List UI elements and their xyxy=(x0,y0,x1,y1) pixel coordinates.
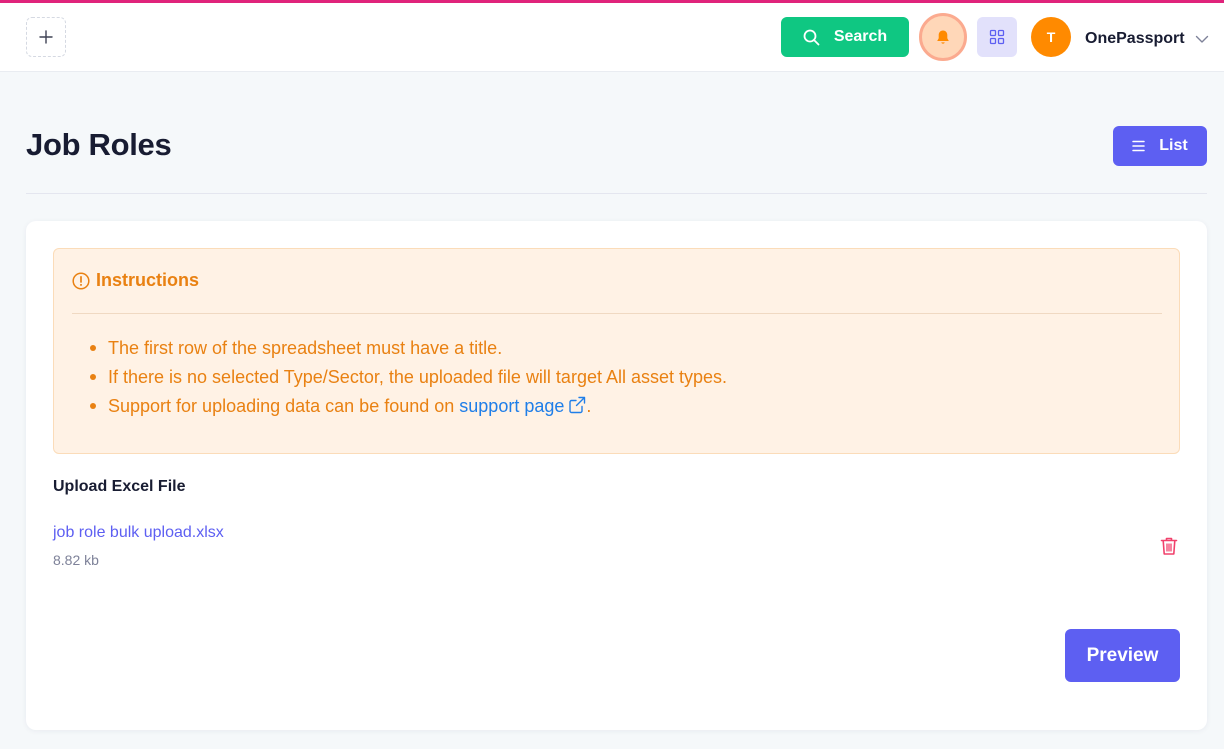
upload-excel-label: Upload Excel File xyxy=(53,478,186,495)
support-page-link-label: support page xyxy=(459,396,565,416)
plus-icon xyxy=(39,30,53,44)
instruction-item: Support for uploading data can be found … xyxy=(90,395,727,424)
apps-button[interactable] xyxy=(977,17,1017,57)
external-link-icon xyxy=(569,396,586,414)
search-button[interactable]: Search xyxy=(781,17,909,57)
instructions-header: Instructions xyxy=(72,270,199,291)
instructions-list: The first row of the spreadsheet must ha… xyxy=(90,337,727,424)
instruction-suffix: . xyxy=(586,396,592,416)
upload-card: Instructions The first row of the spread… xyxy=(26,221,1207,730)
instruction-item: The first row of the spreadsheet must ha… xyxy=(90,337,727,366)
page-title: Job Roles xyxy=(26,127,172,162)
trash-icon xyxy=(1160,537,1178,555)
delete-file-button[interactable] xyxy=(1159,535,1179,557)
menu-lines-icon xyxy=(1132,140,1146,152)
preview-button[interactable]: Preview xyxy=(1065,629,1180,682)
exclamation-circle-icon xyxy=(72,271,90,290)
avatar-initial: T xyxy=(1046,29,1056,45)
instructions-title: Instructions xyxy=(96,270,200,290)
preview-button-label: Preview xyxy=(1086,644,1159,666)
user-avatar[interactable]: T xyxy=(1031,17,1071,57)
instructions-divider xyxy=(72,313,1162,314)
instruction-text: If there is no selected Type/Sector, the… xyxy=(108,367,728,387)
title-divider xyxy=(26,193,1207,194)
list-button-label: List xyxy=(1159,137,1188,154)
instruction-text: The first row of the spreadsheet must ha… xyxy=(108,338,503,358)
grid-icon xyxy=(989,29,1005,45)
instruction-item: If there is no selected Type/Sector, the… xyxy=(90,366,727,395)
search-button-label: Search xyxy=(833,28,888,45)
chevron-down-icon xyxy=(1195,35,1208,43)
instruction-text: Support for uploading data can be found … xyxy=(108,396,460,416)
bell-icon xyxy=(937,30,949,44)
user-name: OnePassport xyxy=(1085,30,1185,47)
add-button[interactable] xyxy=(26,17,66,57)
list-button[interactable]: List xyxy=(1113,126,1207,166)
notifications-button[interactable] xyxy=(919,13,967,61)
top-header: Search T OnePassport xyxy=(0,3,1224,72)
support-page-link[interactable]: support page xyxy=(459,396,586,416)
user-menu-toggle[interactable]: OnePassport xyxy=(1085,27,1209,51)
uploaded-file-size: 8.82 kb xyxy=(53,552,99,568)
instructions-panel: Instructions The first row of the spread… xyxy=(53,248,1180,454)
uploaded-file-name[interactable]: job role bulk upload.xlsx xyxy=(53,524,224,542)
search-icon xyxy=(803,29,820,45)
